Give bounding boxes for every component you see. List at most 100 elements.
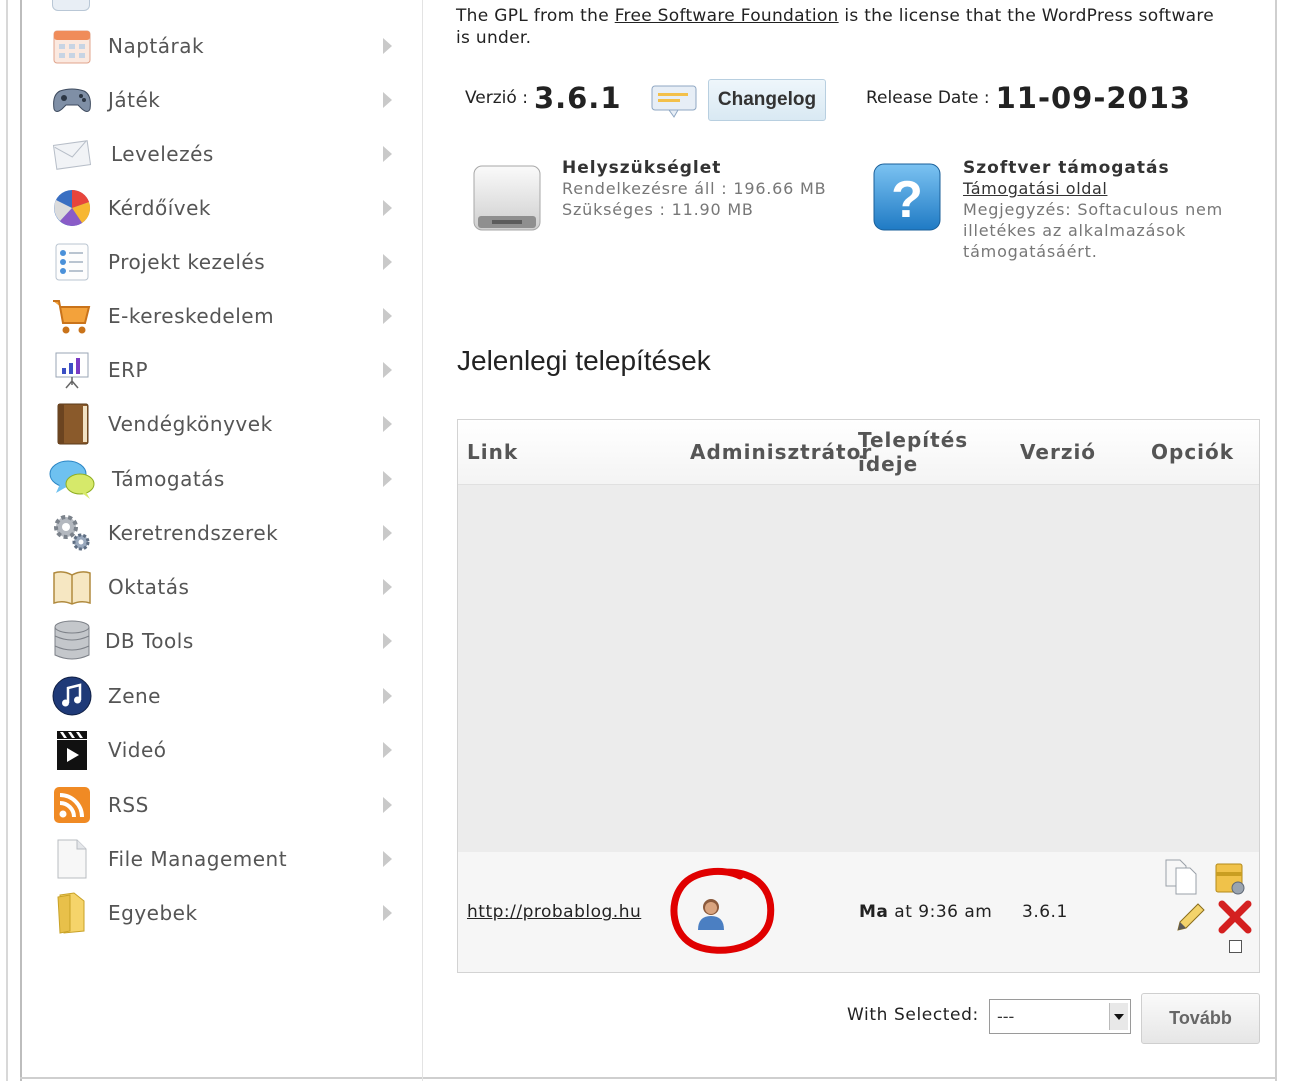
bulk-action-selected: ---	[997, 1007, 1015, 1026]
column-header-version: Verzió	[1020, 440, 1097, 464]
support-page-link[interactable]: Támogatási oldal	[963, 178, 1263, 199]
sidebar-item-kerdoivek[interactable]: Kérdőívek	[40, 181, 410, 235]
folder-icon	[48, 889, 96, 937]
support-note-line3: támogatásáért.	[963, 242, 1098, 261]
chevron-right-icon	[383, 633, 392, 649]
frame-border	[20, 0, 22, 1081]
sidebar-item-label: Zene	[108, 684, 161, 708]
table-header: Link Adminisztrátor Telepítés ideje Verzi…	[458, 420, 1259, 485]
sidebar-item-vendegkonyvek[interactable]: Vendégkönyvek	[40, 397, 410, 451]
sidebar-item-label: Vendégkönyvek	[108, 412, 273, 436]
chevron-right-icon	[383, 92, 392, 108]
sidebar-item-levelezes[interactable]: Levelezés	[40, 127, 410, 181]
sidebar-item-filemanagement[interactable]: File Management	[40, 832, 410, 886]
chevron-right-icon	[383, 362, 392, 378]
sidebar-item-jatek[interactable]: Játék	[40, 73, 410, 127]
support-title: Szoftver támogatás	[963, 158, 1170, 178]
license-text: The GPL from the Free Software Foundatio…	[456, 5, 1216, 49]
sidebar-item-label: Keretrendszerek	[108, 521, 279, 545]
sidebar-item-label: Projekt kezelés	[108, 250, 266, 274]
version-label: Verzió :	[465, 88, 528, 108]
space-available: Rendelkezésre áll : 196.66 MB	[562, 179, 827, 198]
bulk-action-select[interactable]: ---	[989, 999, 1131, 1034]
edit-pencil-icon[interactable]	[1174, 900, 1206, 938]
version-value: 3.6.1	[533, 81, 622, 115]
sidebar-item-egyebek[interactable]: Egyebek	[40, 886, 410, 940]
column-header-install-time: Telepítés ideje	[858, 428, 968, 476]
changelog-speech-icon[interactable]	[651, 84, 697, 124]
backup-icon[interactable]	[1214, 858, 1246, 900]
sidebar-item-dbtools[interactable]: DB Tools	[40, 614, 410, 668]
installations-title: Jelenlegi telepítések	[457, 345, 711, 376]
support-note-line1: Megjegyzés: Softaculous nem	[963, 200, 1224, 219]
install-time: Ma at 9:36 am	[859, 902, 992, 922]
svg-text:?: ?	[891, 171, 923, 229]
envelope-icon	[48, 130, 96, 178]
submit-button[interactable]: Tovább	[1141, 993, 1260, 1044]
install-time-line2: ideje	[858, 452, 919, 476]
sidebar-item-label: E-kereskedelem	[108, 304, 275, 328]
sidebar-item-label: DB Tools	[105, 629, 194, 653]
gamepad-icon	[48, 76, 96, 124]
column-divider	[422, 0, 423, 1081]
book-icon	[48, 400, 96, 448]
frame-border-right	[1275, 0, 1277, 1081]
frame-border-bottom	[20, 1077, 1277, 1079]
chevron-right-icon	[383, 146, 392, 162]
sidebar-item-label: Kérdőívek	[108, 196, 212, 220]
sidebar-item-label: ERP	[108, 358, 149, 382]
sidebar-item-zene[interactable]: Zene	[40, 669, 410, 723]
checklist-icon	[48, 238, 96, 286]
cart-icon	[48, 292, 96, 340]
sidebar-item-rss[interactable]: RSS	[40, 778, 410, 832]
space-title: Helyszükséglet	[562, 158, 722, 178]
sidebar-item-label: File Management	[108, 847, 288, 871]
changelog-button[interactable]: Changelog	[708, 79, 826, 121]
red-annotation-circle	[666, 864, 776, 964]
install-version: 3.6.1	[1022, 902, 1068, 922]
pie-chart-icon	[48, 184, 96, 232]
chevron-right-icon	[383, 797, 392, 813]
chevron-right-icon	[383, 416, 392, 432]
rss-icon	[48, 781, 96, 829]
music-note-icon	[48, 672, 96, 720]
sidebar-item-ekereskedelem[interactable]: E-kereskedelem	[40, 289, 410, 343]
sidebar-item-naptarak[interactable]: Naptárak	[40, 19, 410, 73]
dropdown-arrow-icon[interactable]	[1109, 1003, 1128, 1030]
column-header-link: Link	[467, 440, 519, 464]
sidebar-item-label: Levelezés	[111, 142, 214, 166]
table-row: http://probablog.hu Ma at 9:36 am 3.6.1	[458, 852, 1259, 972]
chevron-right-icon	[383, 308, 392, 324]
sidebar-item-keretrendszerek[interactable]: Keretrendszerek	[40, 506, 410, 560]
sidebar-item-tamogatas[interactable]: Támogatás	[40, 452, 410, 506]
chevron-right-icon	[383, 525, 392, 541]
calendar-icon	[48, 22, 96, 70]
sidebar-item-video[interactable]: Videó	[40, 723, 410, 777]
sidebar-item-oktatas[interactable]: Oktatás	[40, 560, 410, 614]
version-info: Verzió : 3.6.1	[465, 78, 622, 118]
license-prefix: The GPL from the	[456, 6, 615, 26]
with-selected-label: With Selected:	[847, 1005, 979, 1025]
delete-x-icon[interactable]	[1218, 900, 1252, 938]
hard-drive-icon	[470, 164, 544, 240]
file-icon	[48, 835, 96, 883]
column-header-options: Opciók	[1151, 440, 1235, 464]
fsf-link[interactable]: Free Software Foundation	[615, 6, 839, 26]
sidebar-item-projekt[interactable]: Projekt kezelés	[40, 235, 410, 289]
chevron-right-icon	[383, 254, 392, 270]
open-book-icon	[48, 563, 96, 611]
sidebar-item-erp[interactable]: ERP	[40, 343, 410, 397]
chevron-right-icon	[383, 200, 392, 216]
select-row-checkbox[interactable]	[1229, 940, 1242, 953]
sidebar-item-label: Egyebek	[108, 901, 198, 925]
sidebar-item-label: Játék	[108, 88, 161, 112]
sidebar-item-label: Oktatás	[108, 575, 190, 599]
clone-icon[interactable]	[1164, 858, 1200, 900]
install-time-hour: at 9:36 am	[888, 902, 993, 922]
install-time-day: Ma	[859, 902, 889, 922]
chevron-right-icon	[383, 579, 392, 595]
chevron-right-icon	[383, 688, 392, 704]
installations-table: Link Adminisztrátor Telepítés ideje Verzi…	[457, 419, 1260, 973]
installation-link[interactable]: http://probablog.hu	[467, 902, 641, 922]
help-question-icon: ?	[872, 162, 942, 238]
